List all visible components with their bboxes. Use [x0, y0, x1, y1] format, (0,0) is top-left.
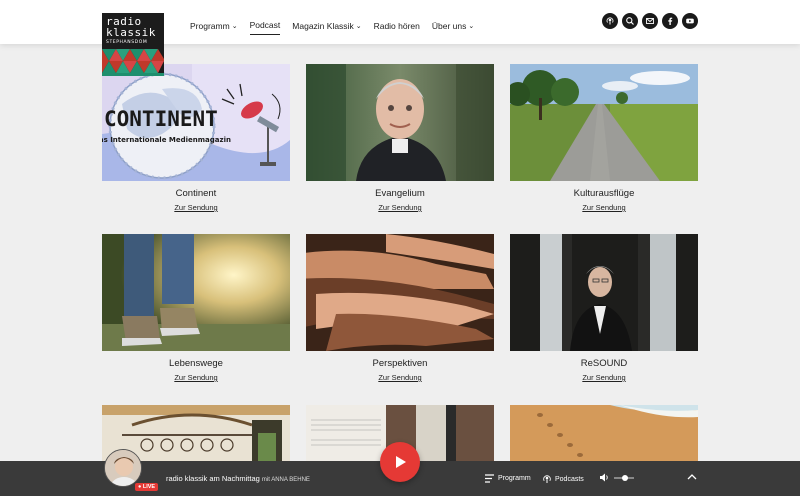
nav-label: Podcast	[249, 20, 281, 30]
zur-sendung-link[interactable]: Zur Sendung	[510, 373, 698, 382]
podcast-thumbnail[interactable]	[306, 234, 494, 351]
page: Programm ⌄ Podcast Magazin Klassik ⌄ Radio…	[0, 0, 800, 496]
nav-label: Magazin Klassik	[292, 20, 354, 31]
podcast-card-perspektiven: Perspektiven Zur Sendung	[306, 234, 494, 382]
podcast-icon	[543, 475, 551, 483]
nav-item-podcast[interactable]: Podcast	[249, 20, 281, 35]
programm-label: Programm	[498, 475, 531, 482]
play-button[interactable]	[380, 442, 420, 482]
track-title: radio klassik am Nachmittag	[166, 474, 260, 483]
mail-icon[interactable]	[642, 13, 658, 29]
volume-control[interactable]	[600, 473, 634, 482]
host-avatar	[104, 449, 142, 487]
track-host: mit ANNA BEHNE	[261, 477, 310, 483]
programm-button[interactable]: Programm	[485, 474, 531, 483]
audio-player-bar: ● LIVE radio klassik am Nachmittag mit A…	[0, 442, 800, 496]
thumb-subtitle: Das Internationale Medienmagazin	[102, 136, 231, 144]
volume-icon	[600, 473, 608, 482]
nav-item-programm[interactable]: Programm ⌄	[190, 16, 238, 35]
zur-sendung-link[interactable]: Zur Sendung	[306, 203, 494, 212]
youtube-icon[interactable]	[682, 13, 698, 29]
nav-item-magazin-klassik[interactable]: Magazin Klassik ⌄	[292, 16, 361, 35]
expand-player-icon[interactable]	[687, 472, 697, 483]
play-icon	[396, 456, 406, 468]
podcast-thumbnail[interactable]	[102, 234, 290, 351]
podcast-title: ReSOUND	[580, 358, 628, 369]
live-label: LIVE	[142, 484, 156, 490]
main-nav: Programm ⌄ Podcast Magazin Klassik ⌄ Radio…	[190, 16, 486, 35]
zur-sendung-link[interactable]: Zur Sendung	[510, 203, 698, 212]
radio-klassik-logo[interactable]: radio klassik STEPHANSDOM	[102, 13, 164, 76]
logo-line-3: STEPHANSDOM	[106, 40, 148, 45]
zur-sendung-link[interactable]: Zur Sendung	[306, 373, 494, 382]
podcast-card-kulturausfluege: Kulturausflüge Zur Sendung	[510, 64, 698, 212]
podcast-card-lebenswege: Lebenswege Zur Sendung	[102, 234, 290, 382]
podcasts-button[interactable]: Podcasts	[542, 474, 584, 484]
podcast-thumbnail[interactable]	[510, 64, 698, 181]
now-playing: radio klassik am Nachmittag mit ANNA BEH…	[166, 474, 310, 483]
podcast-title: Perspektiven	[372, 358, 428, 369]
logo-line-2: klassik	[106, 26, 156, 39]
list-icon	[485, 474, 494, 483]
podcasts-label: Podcasts	[555, 475, 584, 483]
nav-label: Radio hören	[373, 20, 420, 31]
live-badge: ● LIVE	[135, 483, 159, 491]
podcast-card-partial	[510, 405, 698, 461]
podcast-icon[interactable]	[602, 13, 618, 29]
chevron-down-icon: ⌄	[355, 22, 362, 30]
nav-label: Über uns	[431, 20, 467, 31]
nav-item-ueber-uns[interactable]: Über uns ⌄	[432, 16, 474, 35]
social-links	[602, 13, 698, 29]
search-icon[interactable]	[622, 13, 638, 29]
podcast-title: Evangelium	[375, 188, 425, 199]
zur-sendung-link[interactable]: Zur Sendung	[102, 203, 290, 212]
podcast-thumbnail[interactable]	[306, 64, 494, 181]
podcast-title: Lebenswege	[169, 358, 223, 369]
zur-sendung-link[interactable]: Zur Sendung	[102, 373, 290, 382]
podcast-thumbnail[interactable]	[510, 234, 698, 351]
facebook-icon[interactable]	[662, 13, 678, 29]
thumb-title: CONTINENT	[104, 107, 218, 131]
podcast-thumbnail[interactable]: CONTINENT Das Internationale Medienmagaz…	[102, 64, 290, 181]
podcast-card-evangelium: Evangelium Zur Sendung	[306, 64, 494, 212]
volume-slider[interactable]	[614, 474, 634, 481]
podcast-title: Continent	[175, 188, 217, 199]
volume-knob[interactable]	[622, 474, 628, 481]
podcast-title: Kulturausflüge	[573, 188, 635, 199]
chevron-down-icon: ⌄	[468, 22, 475, 30]
podcast-card-continent: CONTINENT Das Internationale Medienmagaz…	[102, 64, 290, 212]
nav-item-radio-hoeren[interactable]: Radio hören	[374, 16, 420, 35]
podcast-thumbnail[interactable]	[510, 405, 698, 461]
nav-label: Programm	[190, 20, 230, 31]
chevron-down-icon: ⌄	[231, 22, 238, 30]
podcast-card-resound: ReSOUND Zur Sendung	[510, 234, 698, 382]
